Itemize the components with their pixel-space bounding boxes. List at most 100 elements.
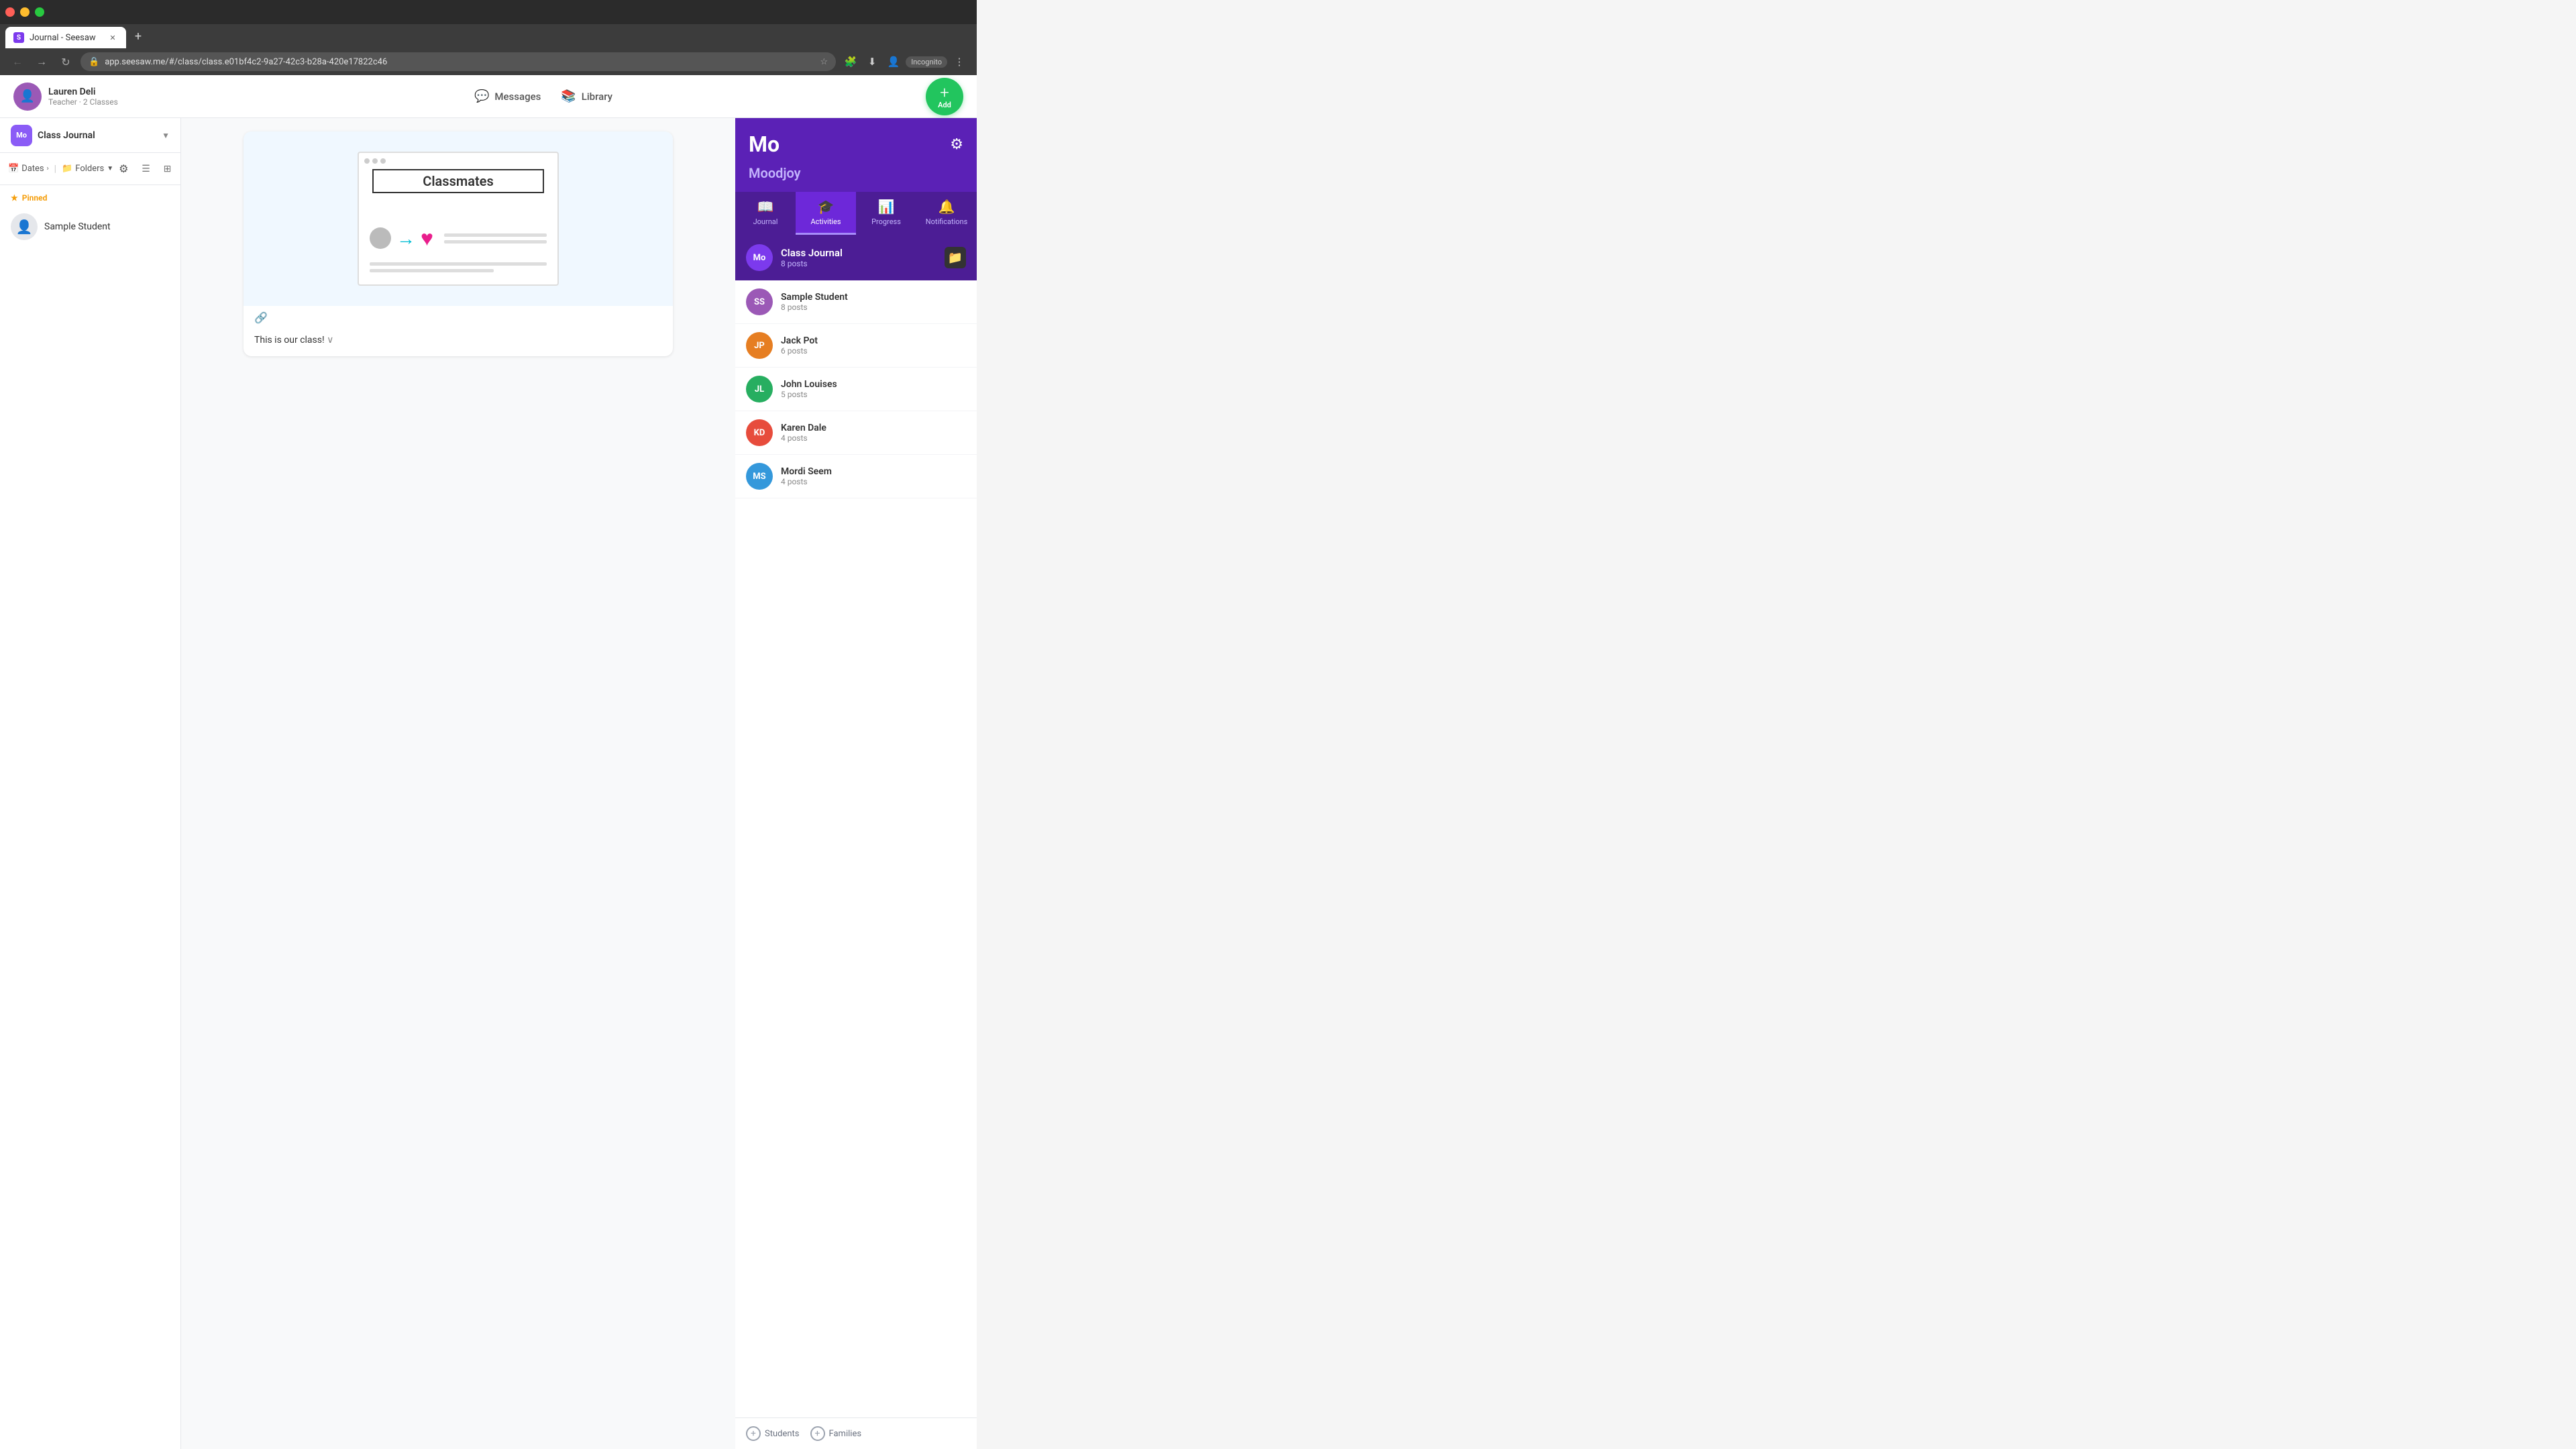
folder-icon-button[interactable]: 📁 [945,247,966,268]
line1 [444,233,547,237]
expand-caption-button[interactable]: ∨ [327,335,333,345]
tab-favicon: S [13,32,24,43]
person-silhouette [370,227,391,249]
journal-tab-icon: 📖 [757,199,774,215]
tab-notifications[interactable]: 🔔 Notifications [916,192,977,235]
dates-chevron-icon: › [47,165,49,172]
grid-view-button[interactable]: ⊞ [158,160,177,178]
messages-nav-link[interactable]: 💬 Messages [474,89,541,103]
student-info: Sample Student 8 posts [781,292,966,312]
filter-bar: 📅 Dates › | 📁 Folders ▼ ⚙ ☰ ⊞ [0,153,180,185]
student-posts-jp: 6 posts [781,346,966,356]
student-info: John Louises 5 posts [781,379,966,399]
dot1 [364,158,370,164]
folders-label: Folders [75,164,104,174]
class-badge: Mo [11,125,32,146]
list-item[interactable]: SS Sample Student 8 posts [735,280,977,324]
list-item[interactable]: 👤 Sample Student [11,209,170,244]
tab-close-button[interactable]: ✕ [107,32,118,43]
student-avatar-ss: SS [746,288,773,315]
calendar-icon: 📅 [8,164,19,174]
browser-chrome: ✕ − + S Journal - Seesaw ✕ + ← → ↻ 🔒 app… [0,0,977,75]
classmates-canvas: Classmates → ♥ [358,152,559,286]
forward-button[interactable]: → [32,52,51,71]
add-label: Add [938,101,951,109]
minimize-window-button[interactable]: − [20,7,30,17]
library-icon: 📚 [561,89,576,103]
heart-icon: ♥ [421,225,433,251]
student-avatar-kd: KD [746,419,773,446]
active-tab[interactable]: S Journal - Seesaw ✕ [5,27,126,48]
list-view-button[interactable]: ☰ [137,160,156,178]
url-text: app.seesaw.me/#/class/class.e01bf4c2-9a2… [105,57,814,67]
tab-activities[interactable]: 🎓 Activities [796,192,856,235]
user-text: Lauren Deli Teacher · 2 Classes [48,87,118,107]
notifications-tab-icon: 🔔 [938,199,955,215]
student-name-kd: Karen Dale [781,423,966,433]
post-card: Classmates → ♥ [244,131,673,356]
list-item[interactable]: JP Jack Pot 6 posts [735,324,977,368]
extensions-button[interactable]: 🧩 [841,52,860,71]
pinned-text: Pinned [22,193,48,203]
user-info: 👤 Lauren Deli Teacher · 2 Classes [13,83,174,111]
class-journal-item[interactable]: Mo Class Journal 8 posts 📁 [735,235,977,280]
student-info: Jack Pot 6 posts [781,335,966,356]
top-nav: 👤 Lauren Deli Teacher · 2 Classes 💬 Mess… [0,75,977,118]
download-button[interactable]: ⬇ [863,52,881,71]
student-posts-ss: 8 posts [781,303,966,312]
close-window-button[interactable]: ✕ [5,7,15,17]
class-initial: Mo [749,131,780,157]
class-journal-info: Class Journal 8 posts [781,247,936,268]
dates-filter[interactable]: 📅 Dates › [8,164,49,174]
settings-icon[interactable]: ⚙ [950,136,963,153]
plus-circle-icon: + [746,1426,761,1441]
refresh-button[interactable]: ↻ [56,52,75,71]
canvas-title: Classmates [372,169,544,193]
tab-journal[interactable]: 📖 Journal [735,192,796,235]
students-footer-label: Students [765,1429,800,1439]
new-tab-button[interactable]: + [129,27,148,46]
link-icon-area[interactable]: 🔗 [244,306,673,329]
add-families-button[interactable]: + Families [810,1426,862,1441]
browser-actions: 🧩 ⬇ 👤 Incognito ⋮ [841,52,969,71]
list-item[interactable]: KD Karen Dale 4 posts [735,411,977,455]
window-controls: ✕ − + [5,7,44,17]
add-button[interactable]: + Add [926,78,963,115]
list-item[interactable]: MS Mordi Seem 4 posts [735,455,977,498]
dot2 [372,158,378,164]
pinned-label: ★ Pinned [11,193,170,203]
student-name-ms: Mordi Seem [781,466,966,477]
maximize-window-button[interactable]: + [35,7,44,17]
class-selector[interactable]: Mo Class Journal ▼ [0,118,180,153]
folders-filter[interactable]: 📁 Folders ▼ [62,164,113,174]
library-label: Library [582,91,612,103]
activities-tab-icon: 🎓 [818,199,835,215]
profile-button[interactable]: 👤 [884,52,903,71]
right-content: Mo Class Journal 8 posts 📁 SS Sample Stu… [735,235,977,1417]
messages-label: Messages [494,91,541,103]
address-bar-row: ← → ↻ 🔒 app.seesaw.me/#/class/class.e01b… [0,48,977,75]
filter-settings-icon[interactable]: ⚙ [119,162,128,175]
right-nav-tabs: 📖 Journal 🎓 Activities 📊 Progress 🔔 Noti… [735,192,977,235]
student-avatar-ms: MS [746,463,773,490]
class-journal-name: Class Journal [781,247,936,259]
star-icon: ★ [11,193,18,203]
class-journal-posts: 8 posts [781,259,936,268]
canvas-dots [364,158,386,164]
add-plus-icon: + [940,83,949,102]
nav-links: 💬 Messages 📚 Library [174,89,912,103]
class-journal-badge: Mo [746,244,773,271]
student-posts-ms: 4 posts [781,477,966,486]
menu-button[interactable]: ⋮ [950,52,969,71]
back-button[interactable]: ← [8,52,27,71]
line2 [444,240,547,244]
notifications-tab-label: Notifications [926,217,968,226]
library-nav-link[interactable]: 📚 Library [561,89,612,103]
tab-progress[interactable]: 📊 Progress [856,192,916,235]
address-bar[interactable]: 🔒 app.seesaw.me/#/class/class.e01bf4c2-9… [80,52,836,71]
progress-tab-icon: 📊 [878,199,895,215]
bookmark-icon[interactable]: ☆ [820,57,828,67]
list-item[interactable]: JL John Louises 5 posts [735,368,977,411]
filter-divider: | [54,164,56,174]
add-students-button[interactable]: + Students [746,1426,800,1441]
